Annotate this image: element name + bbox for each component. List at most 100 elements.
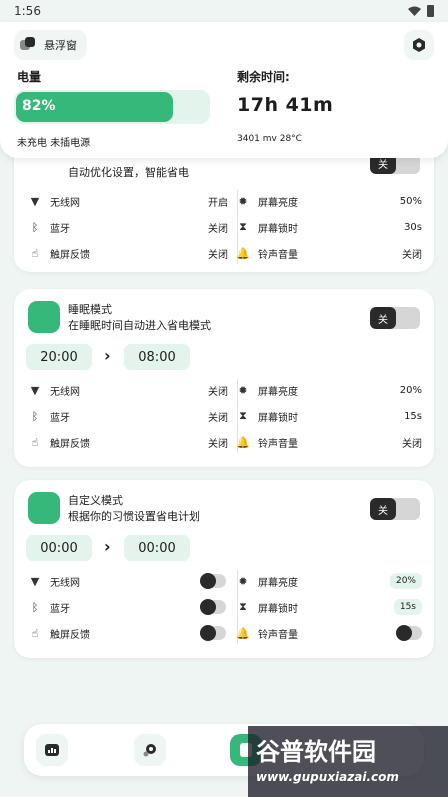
setting-value: 关闭 [402,249,422,261]
setting-name: 铃声音量 [258,249,298,261]
toggle-knob: 关 [370,307,396,329]
rocket-icon [143,744,156,757]
battery-header: 悬浮窗 电量 剩余时间: 82% 17h 41m 未充电 未插电源 3401 m… [0,22,448,158]
settings-row: ᛒ 蓝牙 关闭 ⧗ 屏幕锁时 15s [26,403,422,429]
custom-mode-icon [28,492,60,524]
nav-stats-button[interactable] [36,734,68,766]
setting-value: 30s [404,221,422,233]
custom-mode-desc: 根据你的习惯设置省电计划 [68,510,200,523]
touch-feedback-switch[interactable] [200,625,226,641]
setting-name: 屏幕锁时 [258,603,298,615]
start-time-input[interactable]: 20:00 [26,344,92,370]
setting-name: 蓝牙 [50,603,70,615]
battery-percent: 82% [22,98,56,114]
arrow-right-icon: › [104,346,111,365]
bell-icon: 🔔 [236,435,250,449]
setting-value: 关闭 [208,412,228,424]
end-time-input[interactable]: 08:00 [124,344,190,370]
bell-icon: 🔔 [236,626,250,640]
setting-value: 关闭 [402,438,422,450]
smart-mode-card: 自动优化设置，智能省电 关 ▼ 无线网 开启 ✹ 屏幕亮度 50% ᛒ 蓝牙 关闭 ⧗… [14,140,434,272]
watermark: 谷普软件园 www.gupuxiazai.com [248,726,448,797]
watermark-url: www.gupuxiazai.com [256,770,399,784]
chart-icon [45,744,59,756]
sleep-mode-desc: 在睡眠时间自动进入省电模式 [68,319,211,332]
settings-row: ᛒ 蓝牙 ⧗ 屏幕锁时 15s [26,594,422,620]
toggle-knob: 关 [370,498,396,520]
wifi-icon [408,6,421,16]
battery-icon [427,5,434,17]
bluetooth-switch[interactable] [200,599,226,615]
setting-value: 20% [399,384,422,396]
custom-mode-title: 自定义模式 [68,494,123,507]
setting-name: 铃声音量 [258,438,298,450]
status-icons [408,5,434,17]
sleep-mode-title: 睡眠模式 [68,303,112,316]
custom-mode-settings: ▼ 无线网 ✹ 屏幕亮度 20% ᛒ 蓝牙 ⧗ 屏幕锁时 15s ☝ 触屏反馈 🔔 铃声音量 [26,568,422,646]
wifi-switch[interactable] [200,573,226,589]
custom-time-range: 00:00 › 00:00 [26,535,226,561]
setting-name: 触屏反馈 [50,438,90,450]
setting-value: 15s [404,410,422,422]
setting-value: 关闭 [208,386,228,398]
setting-name: 屏幕亮度 [258,197,298,209]
sleep-mode-toggle[interactable]: 关 [370,307,420,329]
setting-name: 蓝牙 [50,223,70,235]
end-time-input[interactable]: 00:00 [124,535,190,561]
status-time: 1:56 [14,4,41,18]
setting-name: 无线网 [50,577,80,589]
settings-row: ☝ 触屏反馈 🔔 铃声音量 [26,620,422,646]
setting-name: 屏幕锁时 [258,412,298,424]
nav-rocket-button[interactable] [134,734,166,766]
battery-label: 电量 [17,70,42,84]
setting-name: 屏幕亮度 [258,577,298,589]
brightness-icon: ✹ [238,383,248,397]
brightness-icon: ✹ [238,194,248,208]
hourglass-icon: ⧗ [239,600,247,613]
setting-value: 关闭 [208,249,228,261]
setting-name: 铃声音量 [258,629,298,641]
touch-icon: ☝ [31,246,39,260]
remaining-label: 剩余时间: [237,70,290,84]
settings-button[interactable] [404,30,434,60]
setting-value: 关闭 [208,438,228,450]
sleep-mode-settings: ▼ 无线网 关闭 ✹ 屏幕亮度 20% ᛒ 蓝牙 关闭 ⧗ 屏幕锁时 15s ☝ 触屏反馈… [26,377,422,455]
charge-state: 未充电 未插电源 [17,138,91,149]
watermark-brand: 谷普软件园 [256,738,376,766]
floating-window-label: 悬浮窗 [44,39,77,52]
touch-icon: ☝ [31,626,39,640]
hourglass-icon: ⧗ [239,409,247,422]
settings-row: ☝ 触屏反馈 关闭 🔔 铃声音量 关闭 [26,240,422,266]
setting-name: 屏幕锁时 [258,223,298,235]
setting-value: 开启 [208,197,228,209]
setting-name: 触屏反馈 [50,249,90,261]
wifi-icon: ▼ [30,383,40,397]
settings-row: ᛒ 蓝牙 关闭 ⧗ 屏幕锁时 30s [26,214,422,240]
setting-name: 蓝牙 [50,412,70,424]
bluetooth-icon: ᛒ [31,220,39,234]
sleep-time-range: 20:00 › 08:00 [26,344,226,370]
wifi-icon: ▼ [30,574,40,588]
settings-row: ☝ 触屏反馈 关闭 🔔 铃声音量 关闭 [26,429,422,455]
moon-icon [28,301,60,333]
screen-timeout-value-chip[interactable]: 15s [393,599,422,615]
arrow-right-icon: › [104,537,111,556]
hourglass-icon: ⧗ [239,220,247,233]
ringtone-switch[interactable] [396,625,422,641]
bluetooth-icon: ᛒ [31,409,39,423]
battery-bar: 82% [14,90,210,124]
start-time-input[interactable]: 00:00 [26,535,92,561]
custom-mode-toggle[interactable]: 关 [370,498,420,520]
custom-mode-card: 自定义模式 根据你的习惯设置省电计划 关 00:00 › 00:00 ▼ 无线网 … [14,480,434,658]
floating-window-icon [20,37,36,53]
touch-icon: ☝ [31,435,39,449]
smart-mode-desc: 自动优化设置，智能省电 [68,166,189,179]
bluetooth-icon: ᛒ [31,600,39,614]
voltage-temperature: 3401 mv 28°C [237,134,302,144]
brightness-value-chip[interactable]: 20% [389,573,422,589]
settings-row: ▼ 无线网 关闭 ✹ 屏幕亮度 20% [26,377,422,403]
settings-row: ▼ 无线网 开启 ✹ 屏幕亮度 50% [26,188,422,214]
floating-window-button[interactable]: 悬浮窗 [14,30,87,60]
setting-name: 无线网 [50,197,80,209]
smart-mode-settings: ▼ 无线网 开启 ✹ 屏幕亮度 50% ᛒ 蓝牙 关闭 ⧗ 屏幕锁时 30s ☝ 触屏反馈… [26,188,422,266]
